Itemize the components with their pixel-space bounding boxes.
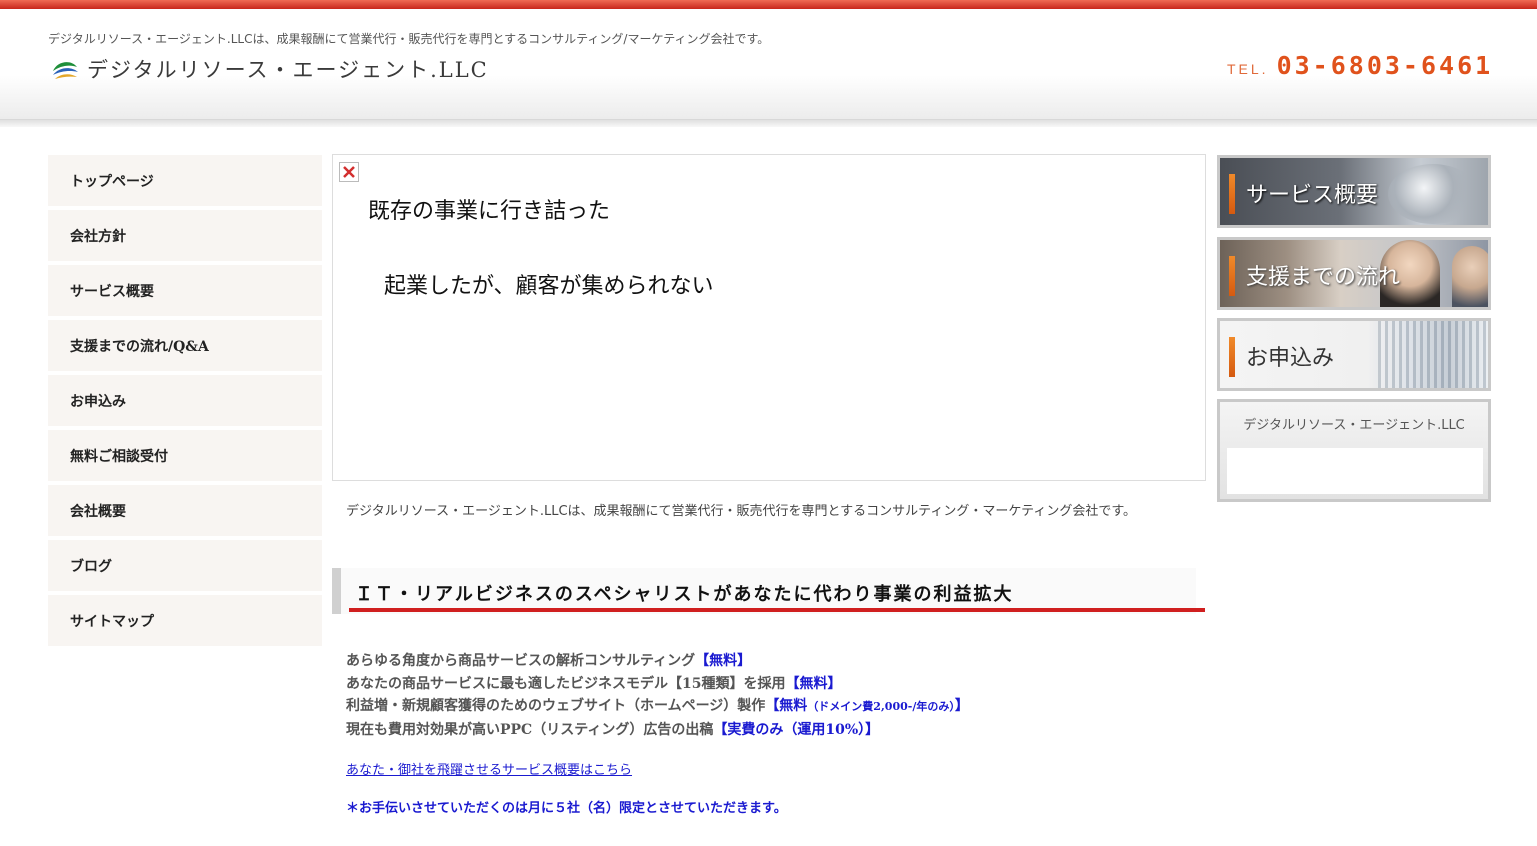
nav-item-service[interactable]: サービス概要: [48, 265, 322, 317]
service-list: あらゆる角度から商品サービスの解析コンサルティング【無料】 あなたの商品サービス…: [346, 650, 1206, 741]
banner-flow-person-image: [1452, 246, 1488, 307]
company-side-box: デジタルリソース・エージェント.LLC: [1217, 399, 1491, 502]
service-item: 現在も費用対効果が高いPPC（リスティング）広告の出稿【実費のみ（運用10%）】: [346, 719, 1206, 742]
limit-notice: ＊お手伝いさせていただくのは月に５社（名）限定とさせていただきます。: [346, 801, 787, 816]
nav-item-apply[interactable]: お申込み: [48, 375, 322, 427]
service-item-tag: 【無料】: [785, 675, 842, 692]
site-header: デジタルリソース・エージェント.LLCは、成果報酬にて営業代行・販売代行を専門と…: [0, 9, 1537, 119]
banner-apply-building-image: [1378, 321, 1488, 388]
service-item: 利益増・新規顧客獲得のためのウェブサイト（ホームページ）製作【無料（ドメイン費2…: [346, 695, 1206, 719]
side-box-content: [1227, 448, 1483, 494]
nav-item-flow-qa[interactable]: 支援までの流れ/Q&A: [48, 320, 322, 372]
service-overview-link[interactable]: あなた・御社を飛躍させるサービス概要はこちら: [346, 759, 632, 778]
banner-service-label: サービス概要: [1246, 183, 1379, 208]
banner-service-image: [1388, 164, 1478, 224]
service-item-tag: 【無料: [765, 698, 808, 714]
section-heading: ＩＴ・リアルビジネスのスペシャリストがあなたに代わり事業の利益拡大: [332, 568, 1205, 614]
nav-item-policy[interactable]: 会社方針: [48, 210, 322, 262]
hero-panel: 既存の事業に行き詰った 起業したが、顧客が集められない: [332, 154, 1206, 481]
side-box-title: デジタルリソース・エージェント.LLC: [1243, 418, 1465, 433]
site-logo[interactable]: デジタルリソース・エージェント.LLC: [51, 54, 489, 84]
banner-accent: [1229, 174, 1235, 214]
header-divider: [0, 119, 1537, 127]
banner-accent: [1229, 337, 1235, 377]
nav-item-blog[interactable]: ブログ: [48, 540, 322, 592]
service-item-text: あなたの商品サービスに最も適したビジネスモデル【15種類】を採用: [346, 675, 786, 692]
sidebar-nav: トップページ 会社方針 サービス概要 支援までの流れ/Q&A お申込み 無料ご相…: [48, 155, 322, 650]
banner-service[interactable]: サービス概要: [1217, 155, 1491, 228]
service-item: あなたの商品サービスに最も適したビジネスモデル【15種類】を採用【無料】: [346, 673, 1206, 696]
banner-apply[interactable]: お申込み: [1217, 318, 1491, 391]
service-item-text: あらゆる角度から商品サービスの解析コンサルティング: [346, 653, 696, 669]
service-item-text: 利益増・新規顧客獲得のためのウェブサイト（ホームページ）製作: [346, 698, 766, 714]
banner-flow-label: 支援までの流れ: [1246, 265, 1401, 290]
service-item-text: 現在も費用対効果が高いPPC（リスティング）広告の出稿: [346, 721, 714, 738]
hero-headline-2: 起業したが、顧客が集められない: [384, 274, 714, 299]
service-item-tag: 【実費のみ（運用10%）】: [713, 721, 880, 738]
service-item: あらゆる角度から商品サービスの解析コンサルティング【無料】: [346, 650, 1206, 673]
banner-accent: [1229, 256, 1235, 296]
section-heading-underline: [349, 608, 1205, 612]
hero-headline-1: 既存の事業に行き詰った: [368, 199, 611, 224]
logo-icon: [53, 62, 78, 79]
service-item-tag-end: 】: [954, 698, 969, 714]
broken-image-icon: [339, 162, 359, 182]
nav-item-top[interactable]: トップページ: [48, 155, 322, 207]
nav-item-sitemap[interactable]: サイトマップ: [48, 595, 322, 647]
banner-apply-label: お申込み: [1246, 346, 1335, 371]
intro-text: デジタルリソース・エージェント.LLCは、成果報酬にて営業代行・販売代行を専門と…: [346, 504, 1137, 519]
header-tagline: デジタルリソース・エージェント.LLCは、成果報酬にて営業代行・販売代行を専門と…: [48, 32, 770, 46]
service-item-tag: 【無料】: [695, 653, 752, 669]
nav-item-company[interactable]: 会社概要: [48, 485, 322, 537]
nav-item-consult[interactable]: 無料ご相談受付: [48, 430, 322, 482]
tel-label: TEL.: [1227, 61, 1269, 77]
logo-text: デジタルリソース・エージェント.LLC: [87, 58, 489, 82]
banner-flow[interactable]: 支援までの流れ: [1217, 237, 1491, 310]
phone-contact: TEL. 03-6803-6461: [1227, 51, 1493, 80]
tel-number: 03-6803-6461: [1276, 51, 1494, 80]
section-heading-text: ＩＴ・リアルビジネスのスペシャリストがあなたに代わり事業の利益拡大: [355, 584, 1014, 605]
service-item-note: （ドメイン費2,000-/年のみ）: [807, 700, 955, 713]
top-accent-bar: [0, 0, 1537, 9]
